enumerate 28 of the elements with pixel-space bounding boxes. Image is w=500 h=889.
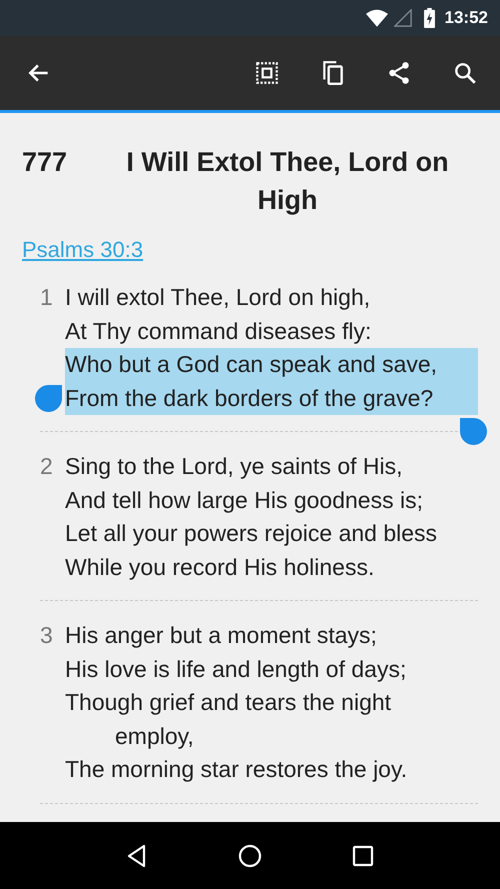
- verse-line: Who but a God can speak and save,: [65, 351, 438, 377]
- hymn-title: I Will Extol Thee, Lord on High: [125, 146, 450, 217]
- select-all-icon[interactable]: [254, 60, 280, 86]
- clock-time: 13:52: [444, 8, 488, 28]
- battery-icon: [424, 8, 435, 28]
- verse-line: And tell how large His goodness is;: [65, 486, 423, 512]
- verse-line: While you record His holiness.: [65, 554, 374, 580]
- scripture-reference-link[interactable]: Psalms 30:3: [22, 237, 144, 263]
- verse-line: At Thy command diseases fly:: [65, 318, 372, 344]
- verse-line: I will extol Thee, Lord on high,: [65, 284, 370, 310]
- recents-square-icon[interactable]: [351, 844, 376, 868]
- search-icon[interactable]: [452, 60, 478, 86]
- verse-line: His love is life and length of days;: [65, 656, 406, 682]
- selection-end-handle[interactable]: [460, 418, 487, 444]
- verse-line: Though grief and tears the night employ,: [65, 689, 392, 748]
- verse-number: 1: [40, 283, 54, 312]
- verse-line: From the dark borders of the grave?: [65, 384, 434, 410]
- verse-number: 3: [40, 621, 54, 650]
- wifi-icon: [366, 8, 388, 28]
- home-circle-icon[interactable]: [238, 844, 262, 868]
- verse-number: 2: [40, 452, 54, 481]
- verse-line: The morning star restores the joy.: [65, 756, 408, 782]
- verse-line: Sing to the Lord, ye saints of His,: [65, 453, 403, 479]
- selection-start-handle[interactable]: [35, 384, 62, 412]
- verse-line: Let all your powers rejoice and bless: [65, 520, 438, 546]
- verse-line: His anger but a moment stays;: [65, 622, 377, 648]
- hymn-number: 777: [22, 146, 68, 179]
- signal-icon: [394, 9, 412, 27]
